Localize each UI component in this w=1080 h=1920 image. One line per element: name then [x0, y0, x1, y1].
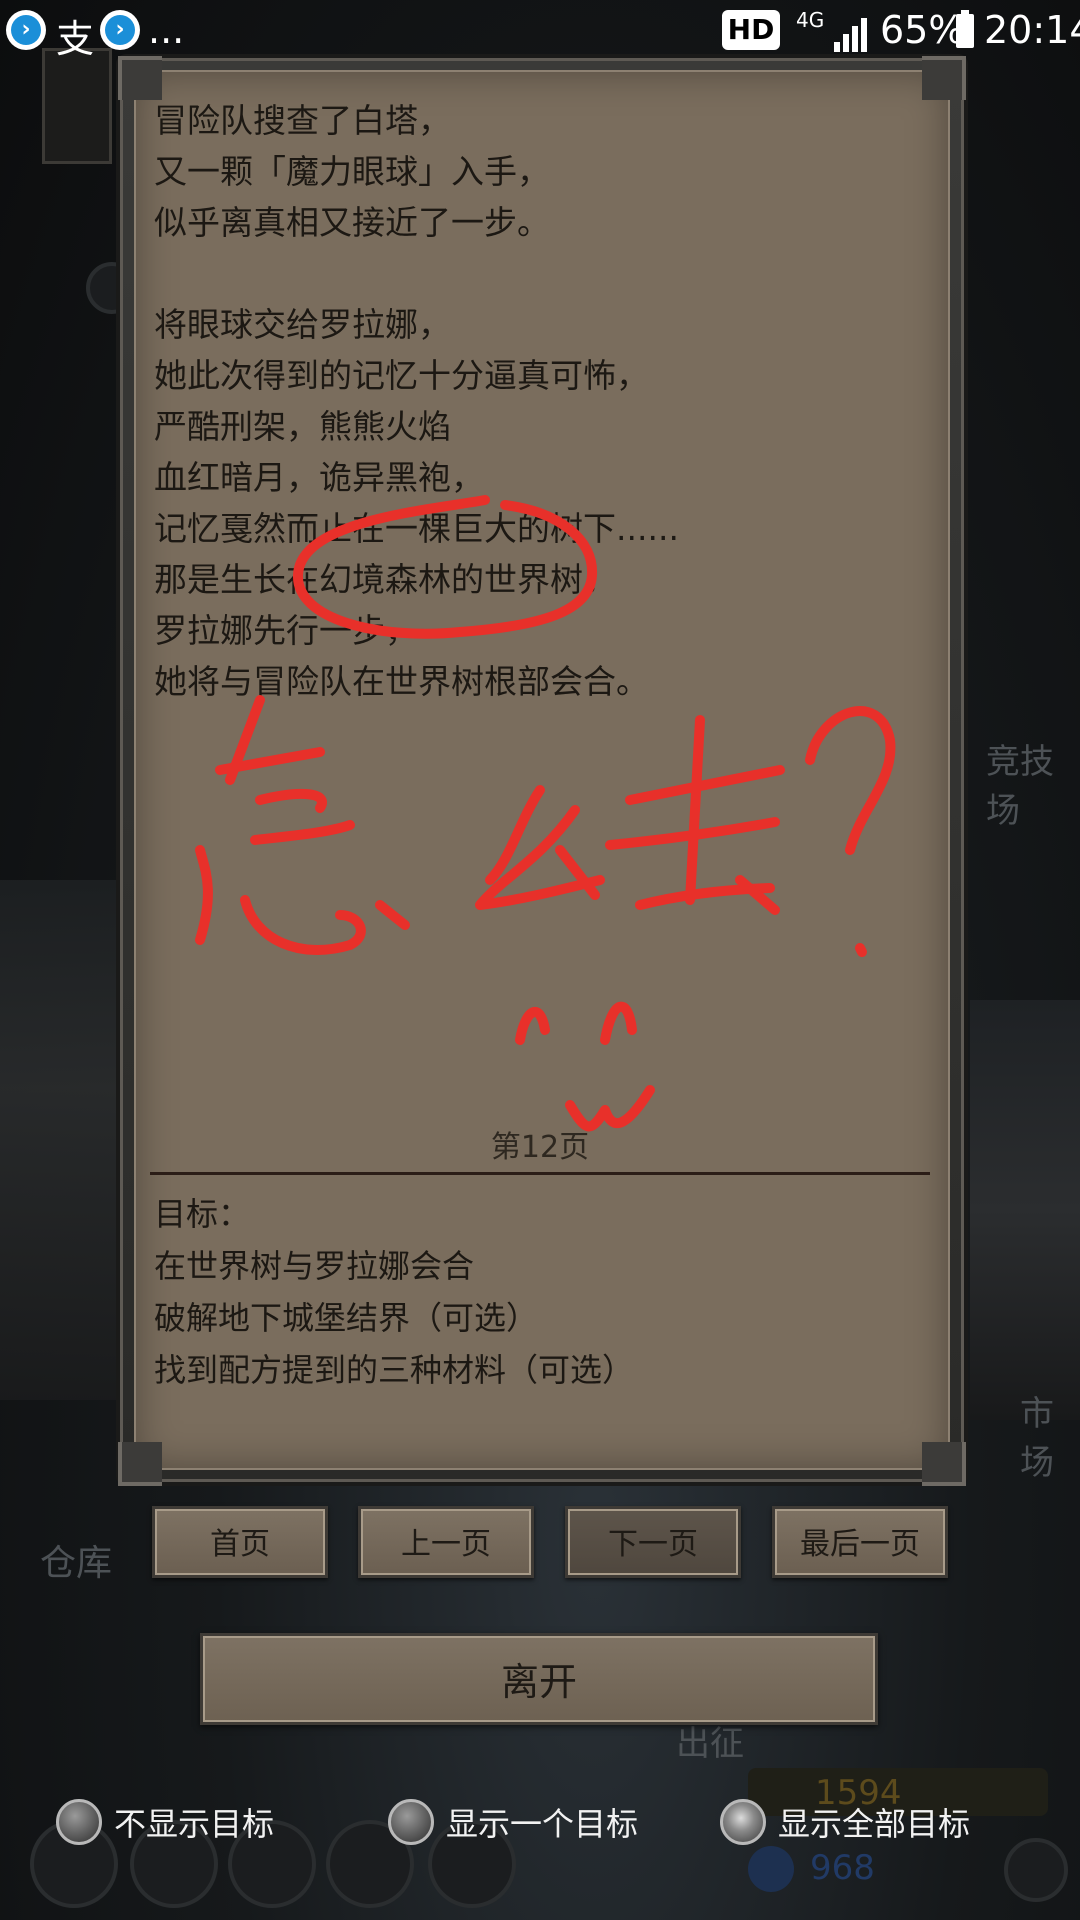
- first-page-button[interactable]: 首页: [152, 1506, 328, 1578]
- story-line: 似乎离真相又接近了一步。: [154, 203, 550, 242]
- gem-icon: [748, 1846, 794, 1892]
- battery-percent: 65%: [880, 8, 965, 52]
- radio-selected-icon: [720, 1799, 766, 1845]
- show-one-goal-label: 显示一个目标: [446, 1805, 639, 1843]
- frame-corner-tl: [118, 56, 162, 100]
- goal-item: 破解地下城堡结界（可选）: [154, 1299, 539, 1337]
- gem-value: 968: [810, 1848, 875, 1888]
- hd-badge: HD: [722, 10, 780, 50]
- market-label: 市场: [1020, 1394, 1054, 1483]
- show-one-goal-option[interactable]: 显示一个目标: [388, 1794, 638, 1850]
- story-line: 冒险队搜查了白塔，: [154, 101, 451, 140]
- frame-corner-bl: [118, 1442, 162, 1486]
- add-icon: [1004, 1838, 1068, 1902]
- story-line: 严酷刑架，熊熊火焰: [154, 407, 451, 446]
- notification-more: ...: [148, 8, 185, 52]
- prev-page-button[interactable]: 上一页: [358, 1506, 534, 1578]
- story-line: 记忆戛然而止在一棵巨大的树下......: [154, 509, 679, 548]
- last-page-button[interactable]: 最后一页: [772, 1506, 948, 1578]
- page-number: 第12页: [490, 1130, 590, 1165]
- clock: 20:14: [984, 8, 1080, 52]
- show-all-goals-option[interactable]: 显示全部目标: [720, 1794, 970, 1850]
- warehouse-label: 仓库: [40, 1543, 113, 1584]
- battery-icon: [956, 10, 974, 48]
- story-line: 那是生长在幻境森林的世界树。: [154, 560, 616, 599]
- story-line: 又一颗「魔力眼球」入手，: [154, 152, 550, 191]
- notification-alipay-icon: 支: [56, 17, 95, 61]
- hide-goals-label: 不显示目标: [114, 1805, 275, 1843]
- notification-app-icon: ›: [6, 10, 46, 50]
- frame-corner-tr: [922, 56, 966, 100]
- story-line: 血红暗月，诡异黑袍，: [154, 458, 484, 497]
- goal-divider: [150, 1172, 930, 1175]
- goal-item: 在世界树与罗拉娜会合: [154, 1247, 475, 1285]
- hero-portrait-frame: [42, 48, 112, 164]
- show-all-goals-label: 显示全部目标: [778, 1805, 971, 1843]
- goal-item: 找到配方提到的三种材料（可选）: [154, 1351, 635, 1389]
- goals-title: 目标：: [154, 1195, 251, 1233]
- story-line: 将眼球交给罗拉娜，: [154, 305, 451, 344]
- frame-corner-br: [922, 1442, 966, 1486]
- story-line: 她此次得到的记忆十分逼真可怖，: [154, 356, 649, 395]
- story-line: 她将与冒险队在世界树根部会合。: [154, 662, 649, 701]
- background-building-right: [970, 1000, 1080, 1420]
- goals-section: 目标： 在世界树与罗拉娜会合 破解地下城堡结界（可选） 找到配方提到的三种材料（…: [154, 1188, 934, 1396]
- story-line: [154, 248, 934, 299]
- story-line: 罗拉娜先行一步，: [154, 611, 418, 650]
- hide-goals-option[interactable]: 不显示目标: [56, 1794, 274, 1850]
- network-type: 4G: [796, 8, 825, 32]
- radio-icon: [56, 1799, 102, 1845]
- notification-app-icon-2: ›: [100, 10, 140, 50]
- radio-icon: [388, 1799, 434, 1845]
- next-page-button[interactable]: 下一页: [565, 1506, 741, 1578]
- status-bar: › 支 › ... HD 4G 65% 20:14: [0, 0, 1080, 64]
- arena-label: 竞技场: [986, 742, 1054, 831]
- leave-button[interactable]: 离开: [200, 1633, 878, 1725]
- story-text: 冒险队搜查了白塔， 又一颗「魔力眼球」入手， 似乎离真相又接近了一步。 将眼球交…: [154, 95, 934, 707]
